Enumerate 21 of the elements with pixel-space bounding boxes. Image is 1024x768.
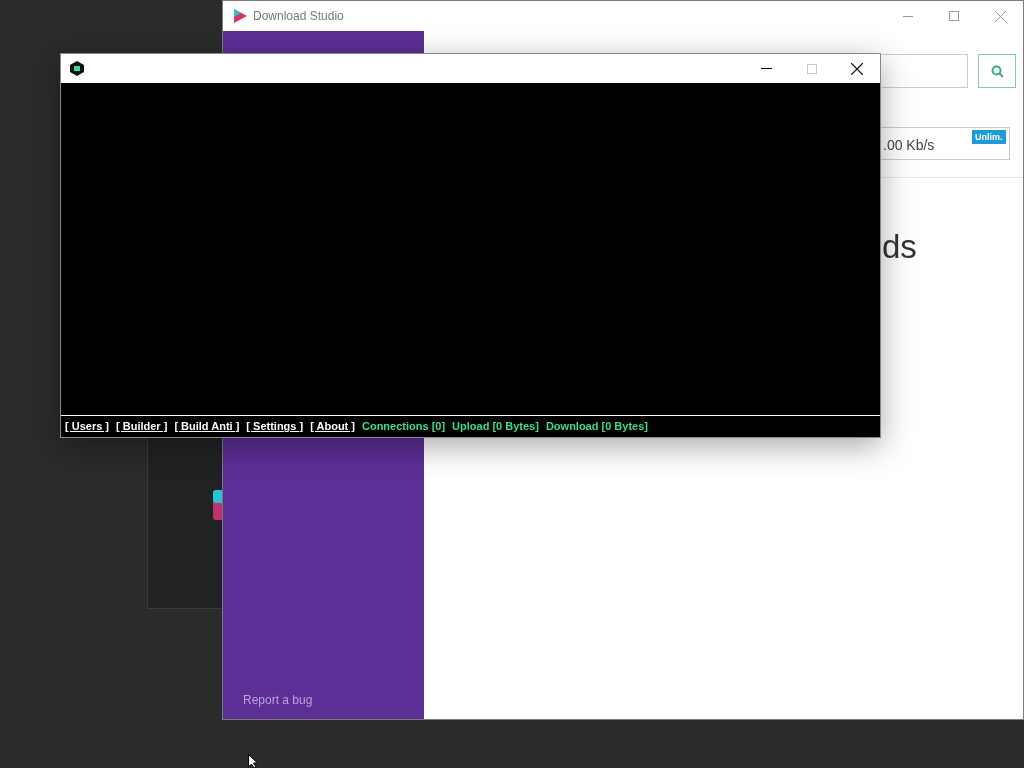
status-stat: Upload [0 Bytes] [452,419,539,435]
status-link[interactable]: [ Users ] [65,418,110,435]
status-link[interactable]: [ Builder ] [116,418,168,435]
close-icon [994,10,1006,22]
speed-reading: .00 Kb/s [883,136,935,155]
mouse-pointer-icon [248,754,258,768]
status-link[interactable]: [ About ] [310,418,355,435]
window-title: Download Studio [253,8,344,25]
status-stat: Connections [0] [362,419,446,435]
report-bug-link[interactable]: Report a bug [243,691,404,709]
search-field[interactable] [882,54,968,88]
app-logo-icon [232,8,248,24]
search-icon [990,64,1004,78]
speed-limit-badge: Unlim. [972,130,1006,144]
close-icon [851,62,863,75]
status-stat: Download [0 Bytes] [545,419,648,435]
status-link[interactable]: [ Build Anti ] [174,418,240,435]
page-heading: ds [882,227,917,267]
search-button[interactable] [978,54,1016,88]
app-logo-icon [70,61,84,76]
status-link[interactable]: [ Settings ] [246,418,304,435]
